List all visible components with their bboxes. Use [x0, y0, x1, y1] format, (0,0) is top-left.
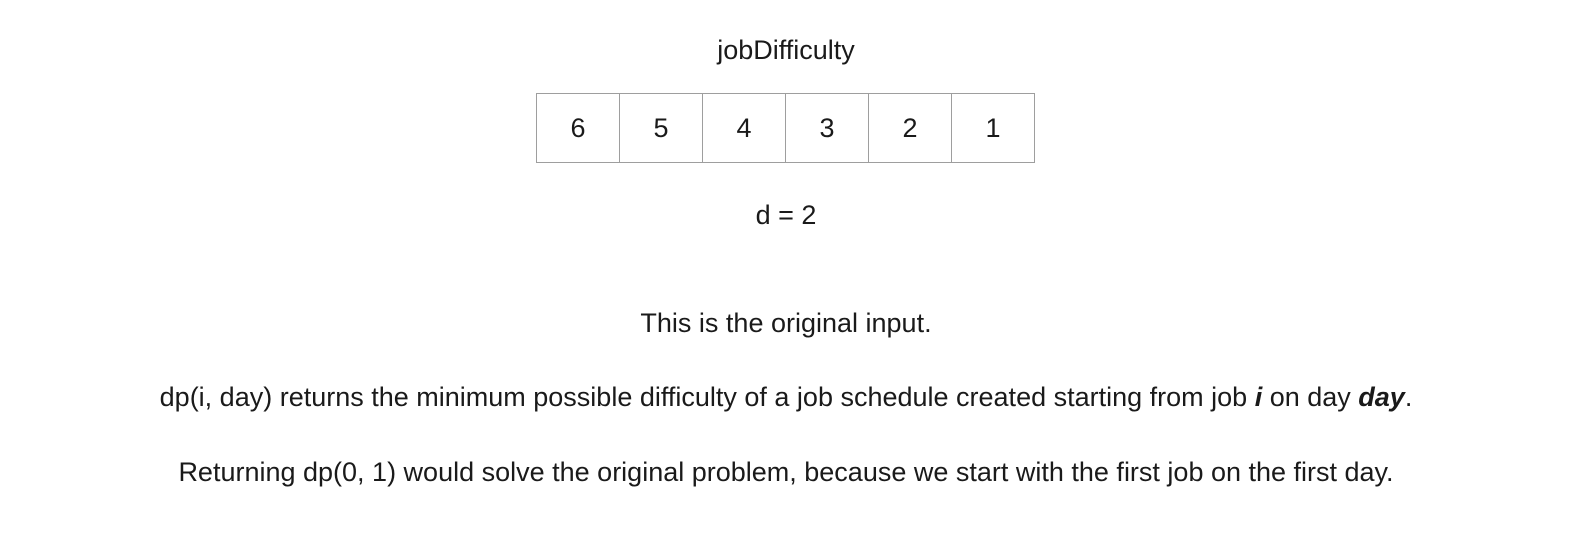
- array-cell: 3: [786, 93, 869, 163]
- array-title: jobDifficulty: [717, 35, 855, 65]
- dp-definition-part2: on day: [1262, 382, 1359, 412]
- array-cell: 6: [537, 93, 620, 163]
- days-label: d = 2: [755, 200, 817, 230]
- dp-definition-text: dp(i, day) returns the minimum possible …: [0, 380, 1572, 414]
- array-cell: 1: [952, 93, 1035, 163]
- dp-definition-part3: .: [1404, 382, 1413, 412]
- array-cell: 4: [703, 93, 786, 163]
- var-day: day: [1358, 382, 1405, 412]
- array-cell: 2: [869, 93, 952, 163]
- original-input-text: This is the original input.: [640, 308, 932, 338]
- array-cell: 5: [620, 93, 703, 163]
- dp-definition-part1: dp(i, day) returns the minimum possible …: [159, 382, 1255, 412]
- solution-explanation-text: Returning dp(0, 1) would solve the origi…: [178, 457, 1394, 487]
- job-difficulty-array: 6 5 4 3 2 1: [536, 93, 1035, 163]
